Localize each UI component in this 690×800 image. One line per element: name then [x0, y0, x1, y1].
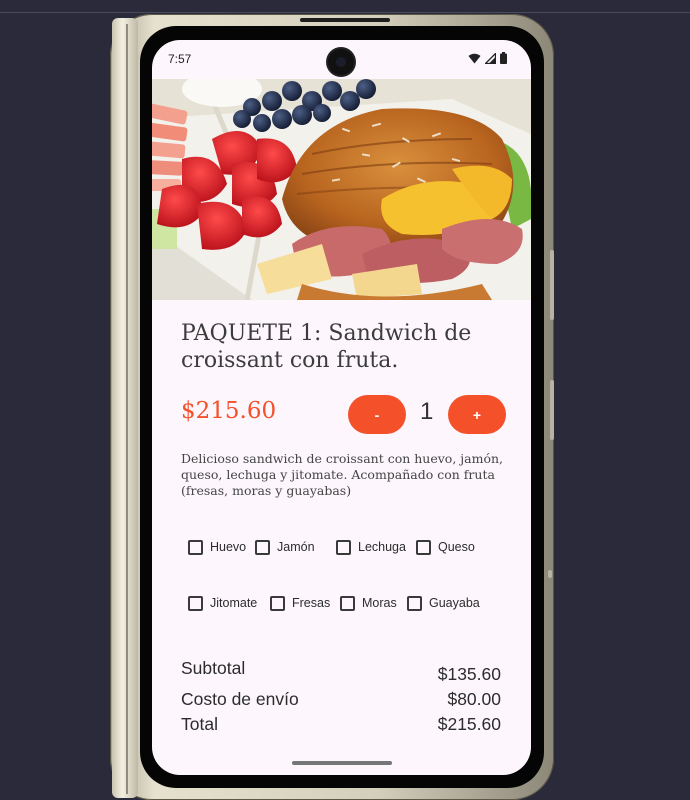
increase-quantity-button[interactable]: + — [448, 395, 506, 434]
product-description: Delicioso sandwich de croissant con huev… — [181, 451, 504, 498]
subtotal-value: $135.60 — [437, 664, 501, 684]
checkbox-label: Queso — [438, 540, 475, 554]
shipping-label: Costo de envío — [181, 689, 299, 709]
side-button-small[interactable] — [548, 570, 552, 578]
subtotal-label: Subtotal — [181, 658, 246, 678]
phone-screen: 7:57 PAQUETE 1: Sandwich de croissant co… — [152, 40, 531, 775]
wifi-icon — [468, 53, 481, 63]
status-bar: 7:57 — [152, 40, 531, 80]
ingredient-checkbox-jamon[interactable]: Jamón — [255, 537, 315, 557]
device-hinge — [112, 18, 138, 798]
ingredient-checkbox-guayaba[interactable]: Guayaba — [407, 593, 480, 613]
total-label: Total — [181, 714, 218, 734]
product-price: $215.60 — [181, 398, 277, 424]
status-time: 7:57 — [168, 52, 192, 66]
checkbox-box[interactable] — [416, 539, 431, 555]
checkbox-box[interactable] — [188, 539, 203, 555]
checkbox-box[interactable] — [340, 595, 355, 611]
checkbox-label: Huevo — [210, 540, 247, 554]
checkbox-box[interactable] — [336, 539, 351, 555]
total-value: $215.60 — [437, 714, 501, 734]
window-top-border — [0, 12, 690, 13]
device-hinge-seam — [126, 24, 128, 794]
front-camera-icon — [328, 49, 354, 75]
shipping-value: $80.00 — [447, 689, 501, 709]
checkbox-box[interactable] — [270, 595, 285, 611]
device-top-slot — [300, 18, 390, 22]
product-title: PAQUETE 1: Sandwich de croissant con fru… — [181, 321, 472, 373]
ingredient-checkbox-huevo[interactable]: Huevo — [188, 537, 246, 557]
status-icons — [468, 52, 507, 64]
volume-button[interactable] — [550, 250, 554, 320]
croissant-sandwich-illustration — [152, 79, 531, 300]
product-image — [152, 79, 531, 300]
ingredient-checkbox-lechuga[interactable]: Lechuga — [336, 537, 406, 557]
home-indicator[interactable] — [292, 761, 392, 765]
checkbox-box[interactable] — [255, 539, 270, 555]
checkbox-label: Guayaba — [429, 596, 480, 610]
checkbox-label: Jitomate — [210, 596, 258, 610]
checkbox-box[interactable] — [407, 595, 422, 611]
ingredient-checkbox-queso[interactable]: Queso — [416, 537, 475, 557]
quantity-value: 1 — [420, 398, 434, 425]
decrease-quantity-button[interactable]: - — [348, 395, 406, 434]
ingredient-checkbox-moras[interactable]: Moras — [340, 593, 397, 613]
battery-icon — [500, 52, 507, 64]
checkbox-label: Lechuga — [358, 540, 406, 554]
checkbox-label: Moras — [362, 596, 397, 610]
ingredient-checkbox-jitomate[interactable]: Jitomate — [188, 593, 257, 613]
checkbox-label: Jamón — [277, 540, 315, 554]
signal-icon — [485, 52, 496, 64]
ingredient-checkbox-fresas[interactable]: Fresas — [270, 593, 330, 613]
power-button[interactable] — [550, 380, 554, 440]
checkbox-box[interactable] — [188, 595, 203, 611]
checkbox-label: Fresas — [292, 596, 331, 610]
